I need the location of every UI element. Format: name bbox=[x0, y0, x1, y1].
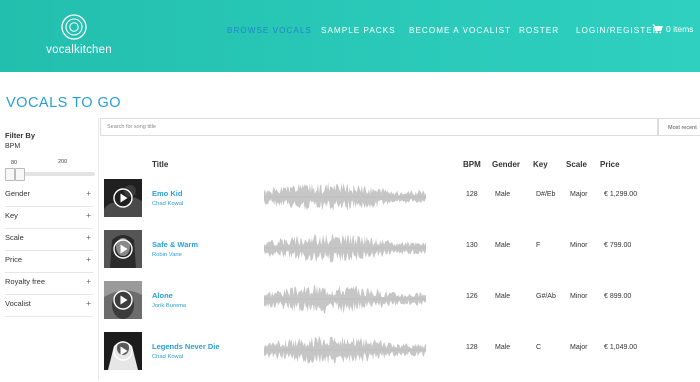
row-scale: Major bbox=[570, 191, 588, 198]
column-header-scale: Scale bbox=[566, 160, 587, 169]
filter-scale-label: Scale bbox=[5, 233, 24, 242]
nav-roster[interactable]: ROSTER bbox=[519, 26, 559, 40]
nav-login-register[interactable]: LOGIN/REGISTER bbox=[576, 26, 660, 40]
play-icon bbox=[104, 332, 142, 370]
table-row: Safe & Warm Robin Vane 130 Male F Minor … bbox=[100, 230, 700, 280]
waveform-shape bbox=[264, 285, 426, 314]
waveform-shape bbox=[264, 182, 426, 212]
column-header-gender: Gender bbox=[492, 160, 521, 169]
song-title[interactable]: Legends Never Die bbox=[152, 342, 220, 351]
row-key: C bbox=[536, 344, 542, 351]
column-header-title: Title bbox=[152, 160, 169, 169]
filter-price-label: Price bbox=[5, 255, 23, 264]
nav-browse-vocals[interactable]: BROWSE VOCALS bbox=[227, 26, 312, 40]
cart-button[interactable]: 0 items bbox=[652, 24, 693, 34]
bpm-min-value: 80 bbox=[11, 160, 18, 166]
play-icon bbox=[104, 230, 142, 268]
cart-count: 0 items bbox=[666, 24, 694, 34]
row-price: € 1,299.00 bbox=[604, 191, 638, 198]
filter-vocalist[interactable]: Vocalist + bbox=[5, 294, 93, 317]
row-price: € 899.00 bbox=[604, 293, 632, 300]
search-input[interactable] bbox=[101, 119, 657, 135]
nav-sample-packs[interactable]: SAMPLE PACKS bbox=[321, 26, 396, 40]
waveform[interactable] bbox=[264, 333, 426, 367]
filter-scale[interactable]: Scale + bbox=[5, 228, 93, 251]
filter-heading: Filter By bbox=[5, 131, 36, 140]
row-price: € 799.00 bbox=[604, 242, 632, 249]
waveform[interactable] bbox=[264, 282, 426, 316]
plus-icon: + bbox=[86, 298, 91, 308]
brand-logo[interactable]: vocalkitchen bbox=[44, 14, 114, 62]
plus-icon: + bbox=[86, 188, 91, 198]
column-header-key: Key bbox=[533, 160, 548, 169]
song-title[interactable]: Safe & Warm bbox=[152, 240, 198, 249]
row-price: € 1,049.00 bbox=[604, 344, 638, 351]
song-title[interactable]: Emo Kid bbox=[152, 189, 182, 198]
logo-icon bbox=[61, 14, 87, 40]
cover-art[interactable] bbox=[104, 332, 142, 370]
cart-icon bbox=[652, 24, 663, 34]
column-header-bpm: BPM bbox=[463, 160, 481, 169]
filter-royalty-free-label: Royalty free bbox=[5, 277, 46, 286]
song-artist[interactable]: Jorik Burema bbox=[152, 303, 186, 309]
row-gender: Male bbox=[495, 293, 511, 300]
bpm-max-value: 200 bbox=[58, 159, 68, 165]
bpm-label: BPM bbox=[5, 143, 21, 150]
cover-art[interactable] bbox=[104, 281, 142, 319]
bpm-slider-max-handle[interactable] bbox=[15, 168, 25, 181]
filter-key-label: Key bbox=[5, 211, 18, 220]
filter-gender-label: Gender bbox=[5, 189, 31, 198]
song-artist[interactable]: Chad Kowal bbox=[152, 354, 183, 360]
plus-icon: + bbox=[86, 232, 91, 242]
song-artist[interactable]: Robin Vane bbox=[152, 252, 182, 258]
waveform[interactable] bbox=[264, 180, 426, 214]
table-row: Alone Jorik Burema 126 Male G#/Ab Minor … bbox=[100, 281, 700, 331]
sidebar-divider bbox=[98, 118, 99, 380]
row-key: G#/Ab bbox=[536, 293, 556, 300]
brand-name: vocalkitchen bbox=[46, 44, 112, 56]
cover-art[interactable] bbox=[104, 230, 142, 268]
song-artist[interactable]: Chad Kowal bbox=[152, 201, 183, 207]
row-scale: Minor bbox=[570, 293, 588, 300]
plus-icon: + bbox=[86, 254, 91, 264]
play-icon bbox=[104, 179, 142, 217]
filter-key[interactable]: Key + bbox=[5, 206, 93, 229]
table-row: Emo Kid Chad Kowal 128 Male D#/Eb Major … bbox=[100, 179, 700, 229]
play-icon bbox=[104, 281, 142, 319]
row-key: D#/Eb bbox=[536, 191, 556, 198]
row-bpm: 130 bbox=[466, 242, 478, 249]
filter-gender[interactable]: Gender + bbox=[5, 184, 93, 207]
row-gender: Male bbox=[495, 242, 511, 249]
plus-icon: + bbox=[86, 210, 91, 220]
row-key: F bbox=[536, 242, 541, 249]
nav-become-a-vocalist[interactable]: BECOME A VOCALIST bbox=[409, 26, 511, 40]
song-title[interactable]: Alone bbox=[152, 291, 173, 300]
bpm-slider-min-handle[interactable] bbox=[5, 168, 15, 181]
column-header-price: Price bbox=[600, 160, 620, 169]
row-gender: Male bbox=[495, 344, 511, 351]
search-box bbox=[100, 118, 658, 136]
row-bpm: 128 bbox=[466, 191, 478, 198]
filter-price[interactable]: Price + bbox=[5, 250, 93, 273]
filter-royalty-free[interactable]: Royalty free + bbox=[5, 272, 93, 295]
row-bpm: 128 bbox=[466, 344, 478, 351]
row-scale: Major bbox=[570, 344, 588, 351]
plus-icon: + bbox=[86, 276, 91, 286]
table-row: Legends Never Die Chad Kowal 128 Male C … bbox=[100, 332, 700, 382]
sort-select[interactable]: Most recent bbox=[658, 118, 700, 136]
waveform[interactable] bbox=[264, 231, 426, 265]
site-header: vocalkitchen BROWSE VOCALS SAMPLE PACKS … bbox=[0, 0, 700, 72]
row-bpm: 126 bbox=[466, 293, 478, 300]
row-gender: Male bbox=[495, 191, 511, 198]
filter-vocalist-label: Vocalist bbox=[5, 299, 31, 308]
row-scale: Minor bbox=[570, 242, 588, 249]
page-title: VOCALS TO GO bbox=[6, 95, 122, 111]
cover-art[interactable] bbox=[104, 179, 142, 217]
